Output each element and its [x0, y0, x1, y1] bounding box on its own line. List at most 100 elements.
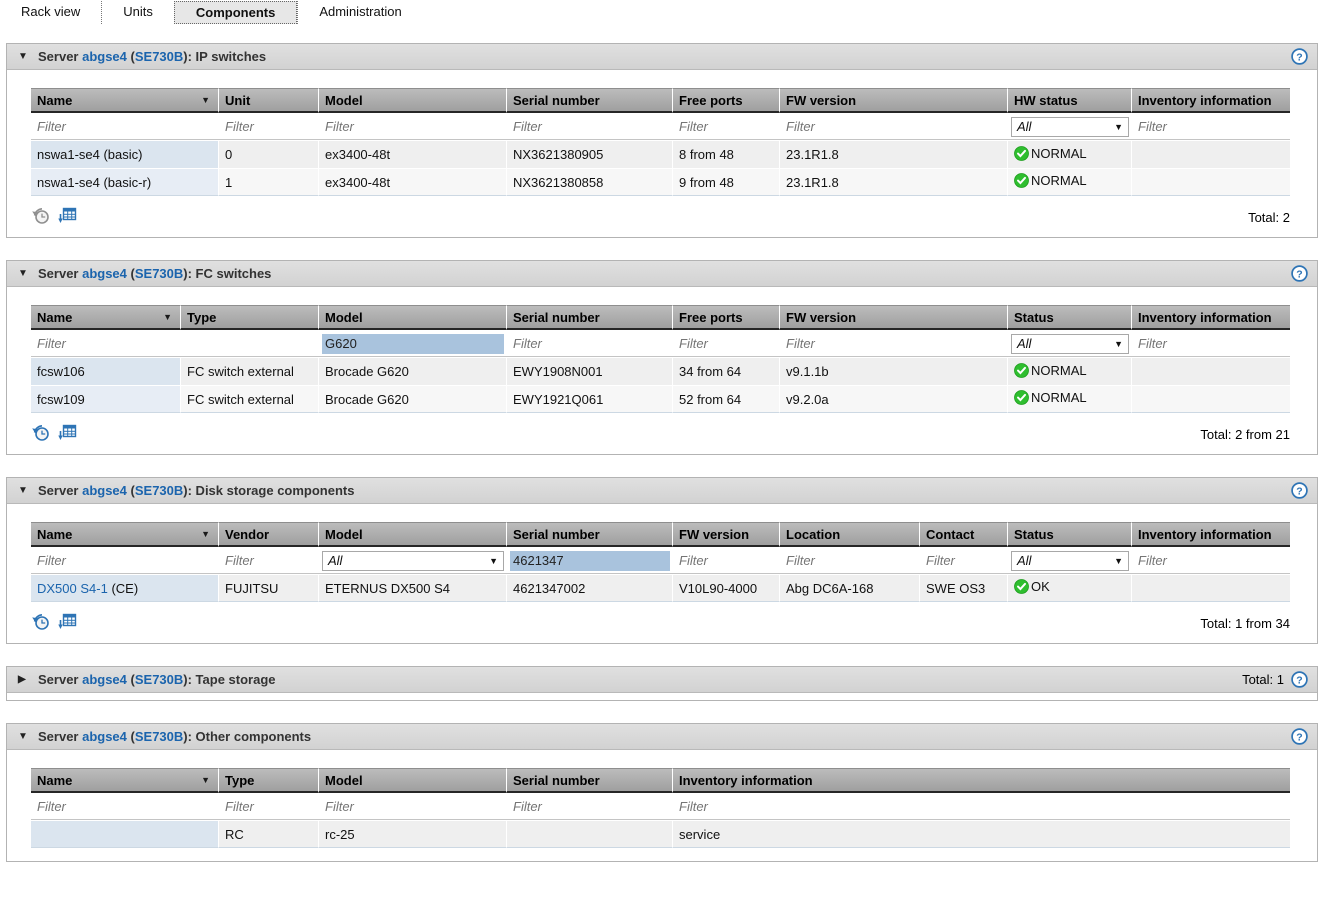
column-header-fw-version[interactable]: FW version	[780, 305, 1008, 330]
column-header-serial-number[interactable]: Serial number	[507, 768, 673, 793]
help-icon[interactable]: ?	[1291, 482, 1308, 499]
server-model-link[interactable]: SE730B	[135, 729, 183, 744]
cell-type: RC	[219, 821, 319, 848]
panel-header[interactable]: ▼Server abgse4 (SE730B): Other component…	[7, 724, 1317, 750]
column-header-vendor[interactable]: Vendor	[219, 522, 319, 547]
server-name-link[interactable]: abgse4	[82, 49, 127, 64]
filter-input-fw-version[interactable]	[783, 117, 1005, 137]
filter-input-free-ports[interactable]	[676, 117, 777, 137]
tab-units[interactable]: Units	[101, 1, 174, 24]
filter-input-model[interactable]	[322, 117, 504, 137]
filter-input-serial-number[interactable]	[510, 117, 670, 137]
column-header-fw-version[interactable]: FW version	[780, 88, 1008, 113]
refresh-history-icon[interactable]	[31, 423, 51, 442]
filter-input-name[interactable]	[34, 334, 178, 354]
panel-header[interactable]: ▼Server abgse4 (SE730B): Disk storage co…	[7, 478, 1317, 504]
column-header-inventory-information[interactable]: Inventory information	[1132, 522, 1290, 547]
help-icon[interactable]: ?	[1291, 671, 1308, 688]
column-header-name[interactable]: Name▼	[31, 522, 219, 547]
filter-input-inventory-information[interactable]	[1135, 551, 1287, 571]
help-icon[interactable]: ?	[1291, 48, 1308, 65]
sort-desc-icon[interactable]: ▼	[201, 95, 212, 105]
server-name-link[interactable]: abgse4	[82, 672, 127, 687]
filter-input-unit[interactable]	[222, 117, 316, 137]
column-header-inventory-information[interactable]: Inventory information	[673, 768, 1290, 793]
filter-input-name[interactable]	[34, 117, 216, 137]
column-label: Inventory information	[679, 773, 813, 788]
filter-select-status[interactable]: All▼	[1011, 334, 1129, 354]
server-name-link[interactable]: abgse4	[82, 729, 127, 744]
column-header-model[interactable]: Model	[319, 88, 507, 113]
filter-input-inventory-information[interactable]	[1135, 117, 1287, 137]
column-header-hw-status[interactable]: HW status	[1008, 88, 1132, 113]
table-export-icon[interactable]	[58, 423, 77, 442]
column-header-name[interactable]: Name▼	[31, 88, 219, 113]
server-name-link[interactable]: abgse4	[82, 483, 127, 498]
filter-select-status[interactable]: All▼	[1011, 551, 1129, 571]
column-header-model[interactable]: Model	[319, 768, 507, 793]
column-header-unit[interactable]: Unit	[219, 88, 319, 113]
filter-select-model[interactable]: All▼	[322, 551, 504, 571]
filter-input-model[interactable]	[322, 797, 504, 817]
column-header-model[interactable]: Model	[319, 305, 507, 330]
filter-input-contact[interactable]	[923, 551, 1005, 571]
filter-input-serial-number[interactable]	[510, 551, 670, 571]
column-label: Status	[1014, 310, 1054, 325]
refresh-history-icon[interactable]	[31, 206, 51, 225]
panel-header[interactable]: ▼Server abgse4 (SE730B): FC switches?	[7, 261, 1317, 287]
server-name-link[interactable]: abgse4	[82, 266, 127, 281]
filter-input-name[interactable]	[34, 551, 216, 571]
table-export-icon[interactable]	[58, 206, 77, 225]
filter-input-vendor[interactable]	[222, 551, 316, 571]
component-name-link[interactable]: DX500 S4-1	[37, 581, 108, 596]
filter-input-serial-number[interactable]	[510, 334, 670, 354]
server-model-link[interactable]: SE730B	[135, 483, 183, 498]
filter-input-inventory-information[interactable]	[1135, 334, 1287, 354]
table-export-icon[interactable]	[58, 612, 77, 631]
filter-input-serial-number[interactable]	[510, 797, 670, 817]
help-icon[interactable]: ?	[1291, 265, 1308, 282]
column-header-fw-version[interactable]: FW version	[673, 522, 780, 547]
column-header-inventory-information[interactable]: Inventory information	[1132, 88, 1290, 113]
server-model-link[interactable]: SE730B	[135, 49, 183, 64]
column-header-type[interactable]: Type	[181, 305, 319, 330]
svg-text:?: ?	[1296, 674, 1302, 686]
filter-input-inventory-information[interactable]	[676, 797, 1287, 817]
column-header-serial-number[interactable]: Serial number	[507, 305, 673, 330]
filter-input-type[interactable]	[222, 797, 316, 817]
column-header-inventory-information[interactable]: Inventory information	[1132, 305, 1290, 330]
column-header-serial-number[interactable]: Serial number	[507, 522, 673, 547]
cell-fw-version: 23.1R1.8	[780, 169, 1008, 196]
tab-label: Rack view	[21, 4, 80, 19]
column-header-status[interactable]: Status	[1008, 305, 1132, 330]
column-header-serial-number[interactable]: Serial number	[507, 88, 673, 113]
help-icon[interactable]: ?	[1291, 728, 1308, 745]
panel-header[interactable]: ▼Server abgse4 (SE730B): IP switches?	[7, 44, 1317, 70]
sort-desc-icon[interactable]: ▼	[201, 529, 212, 539]
panel-header[interactable]: ▶Server abgse4 (SE730B): Tape storageTot…	[7, 667, 1317, 693]
tab-rack-view[interactable]: Rack view	[0, 1, 101, 24]
column-header-type[interactable]: Type	[219, 768, 319, 793]
column-header-model[interactable]: Model	[319, 522, 507, 547]
column-header-name[interactable]: Name▼	[31, 768, 219, 793]
filter-input-name[interactable]	[34, 797, 216, 817]
column-header-contact[interactable]: Contact	[920, 522, 1008, 547]
filter-input-free-ports[interactable]	[676, 334, 777, 354]
refresh-history-icon[interactable]	[31, 612, 51, 631]
filter-input-fw-version[interactable]	[676, 551, 777, 571]
server-model-link[interactable]: SE730B	[135, 266, 183, 281]
sort-desc-icon[interactable]: ▼	[163, 312, 174, 322]
tab-components[interactable]: Components	[174, 1, 297, 24]
filter-input-fw-version[interactable]	[783, 334, 1005, 354]
column-header-status[interactable]: Status	[1008, 522, 1132, 547]
server-model-link[interactable]: SE730B	[135, 672, 183, 687]
filter-input-model[interactable]	[322, 334, 504, 354]
sort-desc-icon[interactable]: ▼	[201, 775, 212, 785]
column-header-free-ports[interactable]: Free ports	[673, 88, 780, 113]
filter-select-hw-status[interactable]: All▼	[1011, 117, 1129, 137]
filter-input-location[interactable]	[783, 551, 917, 571]
column-header-name[interactable]: Name▼	[31, 305, 181, 330]
tab-administration[interactable]: Administration	[297, 1, 422, 24]
column-header-location[interactable]: Location	[780, 522, 920, 547]
column-header-free-ports[interactable]: Free ports	[673, 305, 780, 330]
